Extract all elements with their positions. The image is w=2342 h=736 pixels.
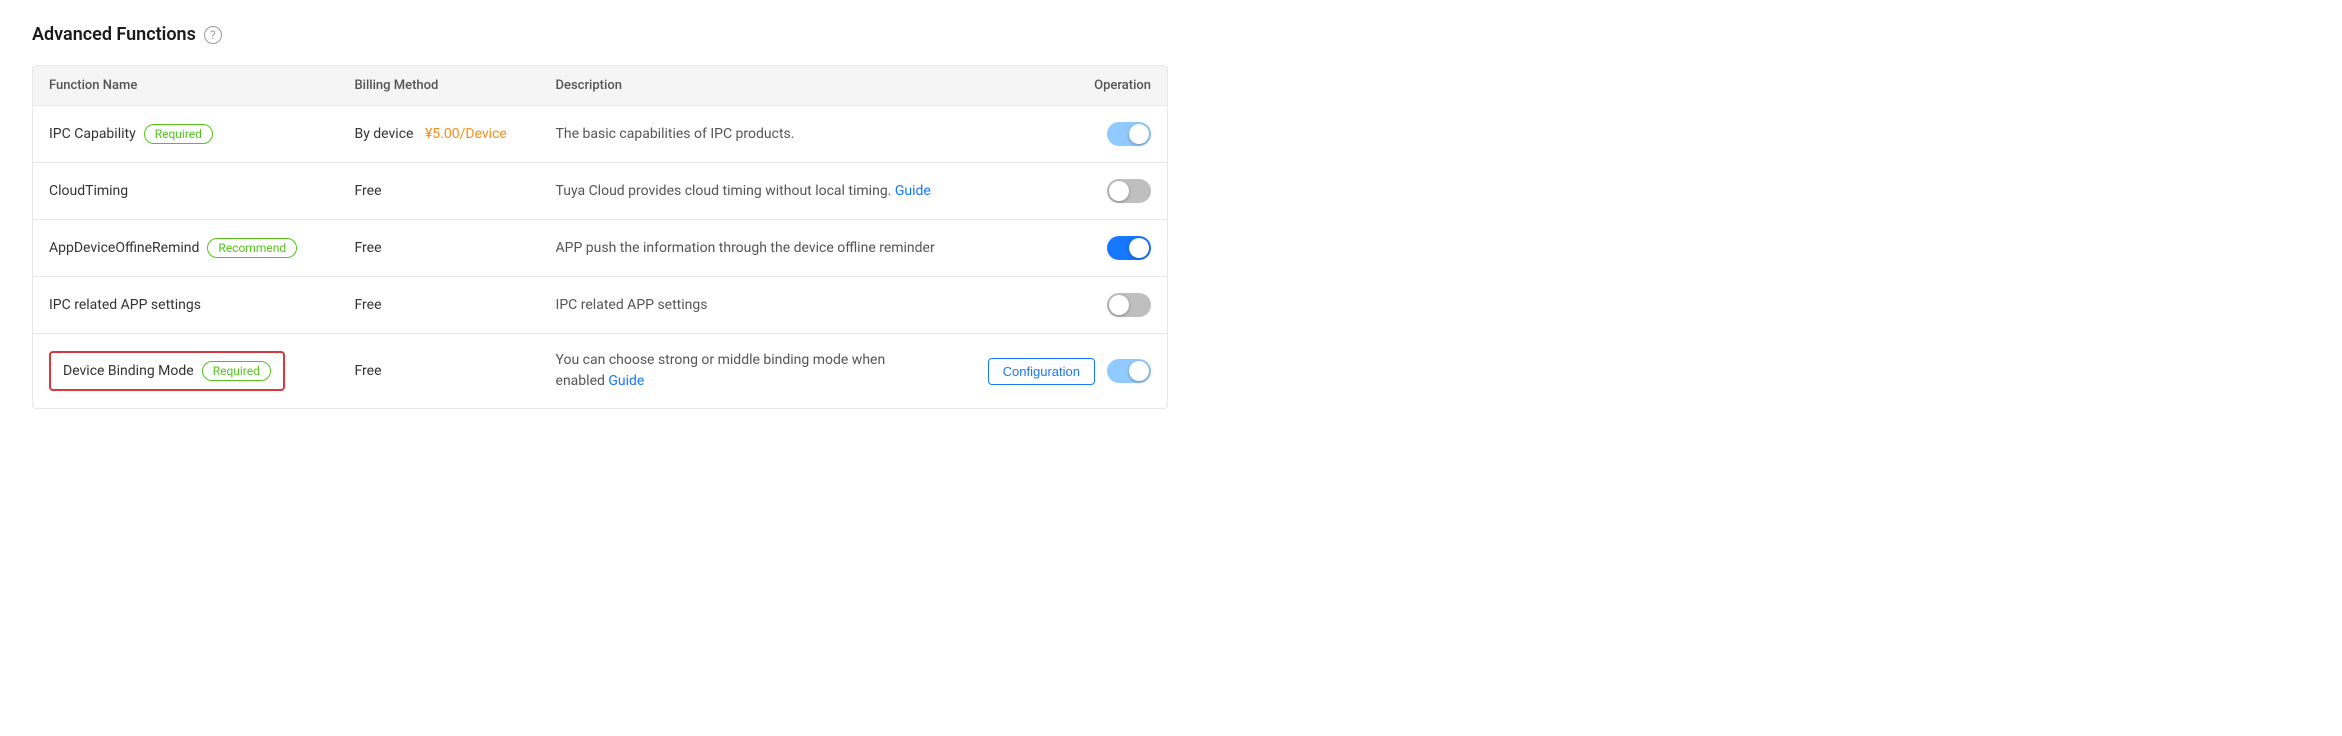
- description-app-remind: APP push the information through the dev…: [556, 240, 935, 256]
- billing-method-ipc-app: Free: [354, 297, 381, 313]
- col-header-function-name: Function Name: [33, 66, 338, 106]
- operation-cell-app-remind: [970, 236, 1151, 260]
- billing-method-app-remind: Free: [354, 240, 381, 256]
- table-row: AppDeviceOffineRemind Recommend Free APP…: [33, 220, 1167, 277]
- billing-method-device-binding: Free: [354, 363, 381, 379]
- description-cloudtiming: Tuya Cloud provides cloud timing without…: [556, 183, 892, 199]
- guide-link-cloudtiming[interactable]: Guide: [895, 183, 931, 199]
- guide-link-device-binding[interactable]: Guide: [608, 373, 644, 389]
- function-name-ipc-capability: IPC Capability: [49, 126, 136, 142]
- description-ipc-app: IPC related APP settings: [556, 297, 708, 313]
- toggle-device-binding[interactable]: [1107, 359, 1151, 383]
- operation-cell-device-binding: Configuration: [970, 358, 1151, 385]
- toggle-ipc-app[interactable]: [1107, 293, 1151, 317]
- table-row: IPC Capability Required By device ¥5.00/…: [33, 106, 1167, 163]
- badge-recommend-app-remind: Recommend: [207, 238, 297, 258]
- function-name-cell: IPC Capability Required: [49, 124, 322, 144]
- device-binding-highlight-box: Device Binding Mode Required: [49, 351, 285, 391]
- function-name-cell: CloudTiming: [49, 183, 322, 199]
- col-header-operation: Operation: [954, 66, 1167, 106]
- toggle-ipc[interactable]: [1107, 122, 1151, 146]
- function-name-device-binding: Device Binding Mode: [63, 363, 194, 379]
- operation-cell-cloudtiming: [970, 179, 1151, 203]
- operation-cell-ipc-app: [970, 293, 1151, 317]
- function-name-app-remind: AppDeviceOffineRemind: [49, 240, 199, 256]
- col-header-billing-method: Billing Method: [338, 66, 539, 106]
- function-name-ipc-app-settings: IPC related APP settings: [49, 297, 201, 313]
- description-device-binding: You can choose strong or middle binding …: [556, 352, 886, 389]
- badge-required-ipc: Required: [144, 124, 213, 144]
- toggle-cloudtiming[interactable]: [1107, 179, 1151, 203]
- table-row-device-binding: Device Binding Mode Required Free You ca…: [33, 334, 1167, 409]
- function-name-cloudtiming: CloudTiming: [49, 183, 128, 199]
- toggle-app-remind[interactable]: [1107, 236, 1151, 260]
- billing-method-ipc: By device: [354, 126, 413, 142]
- function-name-cell: AppDeviceOffineRemind Recommend: [49, 238, 322, 258]
- help-icon[interactable]: ?: [204, 26, 222, 44]
- table-row: CloudTiming Free Tuya Cloud provides clo…: [33, 163, 1167, 220]
- col-header-description: Description: [540, 66, 954, 106]
- billing-method-cloudtiming: Free: [354, 183, 381, 199]
- advanced-functions-table: Function Name Billing Method Description…: [32, 65, 1168, 409]
- section-title: Advanced Functions: [32, 24, 196, 45]
- operation-cell-ipc: [970, 122, 1151, 146]
- function-name-cell: IPC related APP settings: [49, 297, 322, 313]
- price-ipc: ¥5.00/Device: [425, 126, 507, 142]
- description-ipc: The basic capabilities of IPC products.: [556, 126, 795, 142]
- table-row: IPC related APP settings Free IPC relate…: [33, 277, 1167, 334]
- table-header-row: Function Name Billing Method Description…: [33, 66, 1167, 106]
- badge-required-device-binding: Required: [202, 361, 271, 381]
- configuration-button[interactable]: Configuration: [988, 358, 1095, 385]
